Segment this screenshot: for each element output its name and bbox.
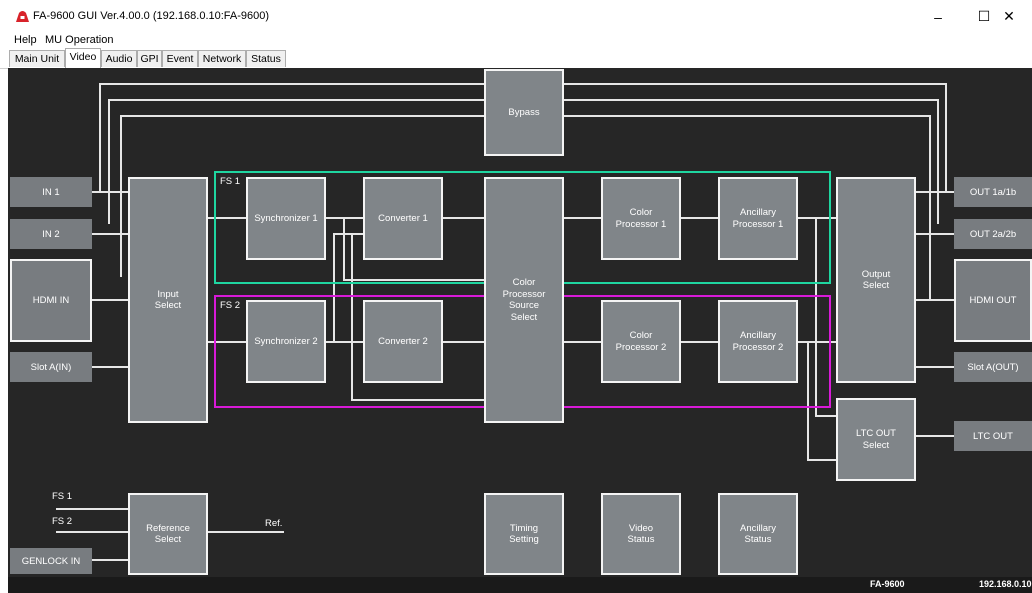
ref-out-label: Ref.	[265, 518, 283, 529]
tab-main-unit[interactable]: Main Unit	[9, 50, 65, 67]
hdmi-out-port[interactable]: HDMI OUT	[954, 259, 1032, 342]
color-processor2-block[interactable]: Color Processor 2	[601, 300, 681, 383]
status-bar: FA-9600 192.168.0.10	[8, 577, 1032, 593]
out1-port[interactable]: OUT 1a/1b	[954, 177, 1032, 207]
input-select-block[interactable]: Input Select	[128, 177, 208, 423]
ltc-out-select-block[interactable]: LTC OUT Select	[836, 398, 916, 481]
synchronizer2-block[interactable]: Synchronizer 2	[246, 300, 326, 383]
tab-bar: Main Unit Video Audio GPI Event Network …	[0, 48, 1032, 69]
menu-help[interactable]: Help	[14, 33, 37, 48]
reference-select-block[interactable]: Reference Select	[128, 493, 208, 575]
converter1-block[interactable]: Converter 1	[363, 177, 443, 260]
in1-port[interactable]: IN 1	[10, 177, 92, 207]
hdmi-in-port[interactable]: HDMI IN	[10, 259, 92, 342]
timing-setting-block[interactable]: Timing Setting	[484, 493, 564, 575]
tab-status[interactable]: Status	[246, 50, 286, 67]
ancillary-status-block[interactable]: Ancillary Status	[718, 493, 798, 575]
ancillary-processor2-block[interactable]: Ancillary Processor 2	[718, 300, 798, 383]
minimize-button[interactable]: –	[915, 0, 961, 33]
ltc-out-port[interactable]: LTC OUT	[954, 421, 1032, 451]
fs2-label: FS 2	[220, 300, 241, 311]
video-block-diagram: FS 1 FS 2 Bypass IN 1 IN 2 HDMI IN Slot …	[8, 68, 1032, 577]
tab-event[interactable]: Event	[162, 50, 198, 67]
minimize-icon: –	[934, 8, 942, 25]
slot-a-in-port[interactable]: Slot A(IN)	[10, 352, 92, 382]
close-icon: ✕	[1003, 8, 1015, 24]
genlock-in-port[interactable]: GENLOCK IN	[10, 548, 92, 574]
title-bar: FA-9600 GUI Ver.4.00.0 (192.168.0.10:FA-…	[0, 0, 1032, 33]
window-title: FA-9600 GUI Ver.4.00.0 (192.168.0.10:FA-…	[33, 10, 270, 22]
ancillary-processor1-block[interactable]: Ancillary Processor 1	[718, 177, 798, 260]
tab-video[interactable]: Video	[65, 48, 101, 68]
in2-port[interactable]: IN 2	[10, 219, 92, 249]
tab-audio[interactable]: Audio	[101, 50, 137, 67]
app-logo-icon	[16, 11, 29, 22]
ref-fs1-label: FS 1	[52, 491, 73, 502]
fs1-label: FS 1	[220, 176, 241, 187]
tab-network[interactable]: Network	[198, 50, 246, 67]
tab-gpi[interactable]: GPI	[137, 50, 162, 67]
ref-fs2-label: FS 2	[52, 516, 73, 527]
status-ip: 192.168.0.10	[979, 579, 1032, 589]
status-model: FA-9600	[870, 579, 905, 589]
menu-mu-operation[interactable]: MU Operation	[45, 33, 113, 48]
menu-bar: Help MU Operation	[0, 33, 1032, 48]
slot-a-out-port[interactable]: Slot A(OUT)	[954, 352, 1032, 382]
color-processor-source-select-block[interactable]: Color Processor Source Select	[484, 177, 564, 423]
color-processor1-block[interactable]: Color Processor 1	[601, 177, 681, 260]
synchronizer1-block[interactable]: Synchronizer 1	[246, 177, 326, 260]
converter2-block[interactable]: Converter 2	[363, 300, 443, 383]
output-select-block[interactable]: Output Select	[836, 177, 916, 383]
close-button[interactable]: ✕	[986, 0, 1032, 33]
video-status-block[interactable]: Video Status	[601, 493, 681, 575]
out2-port[interactable]: OUT 2a/2b	[954, 219, 1032, 249]
bypass-block[interactable]: Bypass	[484, 69, 564, 156]
